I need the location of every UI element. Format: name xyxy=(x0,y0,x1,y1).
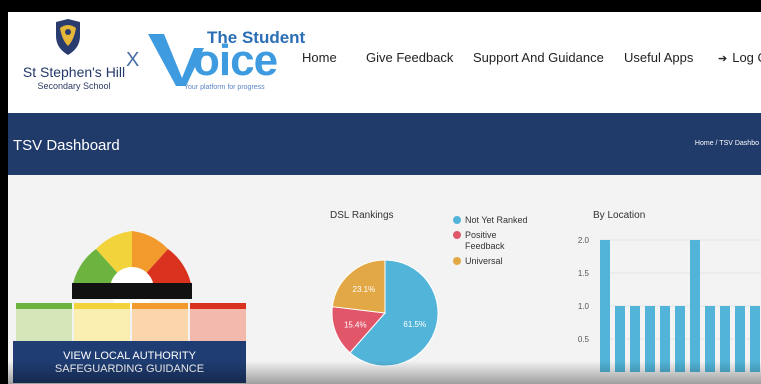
nav-logout-label: Log O xyxy=(732,50,761,65)
location-bar[interactable] xyxy=(750,306,760,372)
legend-dot xyxy=(453,257,461,265)
school-name: St Stephen's Hill Secondary School xyxy=(8,64,140,92)
location-bar[interactable] xyxy=(675,306,685,372)
nav-logout[interactable]: ➔ Log O xyxy=(718,50,761,65)
location-bar[interactable] xyxy=(660,306,670,372)
school-crest-icon xyxy=(56,19,80,55)
dashboard-content: VIEW LOCAL AUTHORITY SAFEGUARDING GUIDAN… xyxy=(8,175,761,384)
legend-item-universal[interactable]: Universal xyxy=(453,256,535,267)
brand-tagline: Your platform for progress xyxy=(184,84,265,91)
legend-label: Not Yet Ranked xyxy=(465,215,528,225)
top-navbar: St Stephen's Hill Secondary School X The… xyxy=(8,12,761,114)
legend-item-positive-feedback[interactable]: Positive Feedback xyxy=(453,230,535,252)
nav-support-and-guidance[interactable]: Support And Guidance xyxy=(473,50,604,65)
nav-home[interactable]: Home xyxy=(302,50,337,65)
location-bar[interactable] xyxy=(705,306,715,372)
dsl-rankings-pie-chart: 61.5% 15.4% 23.1% xyxy=(331,259,439,367)
legend-dot xyxy=(453,216,461,224)
by-location-bar-chart: 2.0 1.5 1.0 0.5 xyxy=(578,236,761,372)
legend-dot xyxy=(453,231,461,239)
location-bar[interactable] xyxy=(645,306,655,372)
safeguarding-infographic xyxy=(16,231,246,346)
pie-slice-label: 61.5% xyxy=(403,320,426,329)
view-safeguarding-guidance-button[interactable]: VIEW LOCAL AUTHORITY SAFEGUARDING GUIDAN… xyxy=(13,341,246,383)
pie-slice-label: 23.1% xyxy=(353,285,376,294)
location-bar[interactable] xyxy=(735,306,745,372)
location-bar[interactable] xyxy=(600,240,610,372)
location-bar[interactable] xyxy=(615,306,625,372)
nav-give-feedback[interactable]: Give Feedback xyxy=(366,50,453,65)
school-name-line2: Secondary School xyxy=(37,81,111,91)
location-bar[interactable] xyxy=(630,306,640,372)
guidance-line1: VIEW LOCAL AUTHORITY xyxy=(63,350,196,362)
page-title: TSV Dashboard xyxy=(13,137,120,154)
nav-useful-apps[interactable]: Useful Apps xyxy=(624,50,693,65)
legend-label: Positive Feedback xyxy=(465,230,505,251)
school-name-line1: St Stephen's Hill xyxy=(22,64,126,80)
brand-wordmark: oice xyxy=(193,36,278,85)
location-bar[interactable] xyxy=(690,240,700,372)
y-tick-label: 1.0 xyxy=(578,302,590,311)
breadcrumb[interactable]: Home / TSV Dashbo xyxy=(695,140,759,147)
app-window: St Stephen's Hill Secondary School X The… xyxy=(8,12,761,384)
y-tick-label: 0.5 xyxy=(578,335,590,344)
logo-separator: X xyxy=(126,49,140,71)
dsl-rankings-title: DSL Rankings xyxy=(330,210,394,221)
logout-icon: ➔ xyxy=(718,53,728,65)
dsl-rankings-legend: Not Yet Ranked Positive Feedback Univers… xyxy=(453,215,535,271)
guidance-line2: SAFEGUARDING GUIDANCE xyxy=(54,363,205,375)
y-tick-label: 2.0 xyxy=(578,236,590,245)
legend-item-not-yet-ranked[interactable]: Not Yet Ranked xyxy=(453,215,535,226)
page-header-band: TSV Dashboard Home / TSV Dashbo xyxy=(8,113,761,175)
pie-slice-label: 15.4% xyxy=(344,320,367,329)
y-tick-label: 1.5 xyxy=(578,269,590,278)
legend-label: Universal xyxy=(465,256,503,266)
location-bar[interactable] xyxy=(720,306,730,372)
